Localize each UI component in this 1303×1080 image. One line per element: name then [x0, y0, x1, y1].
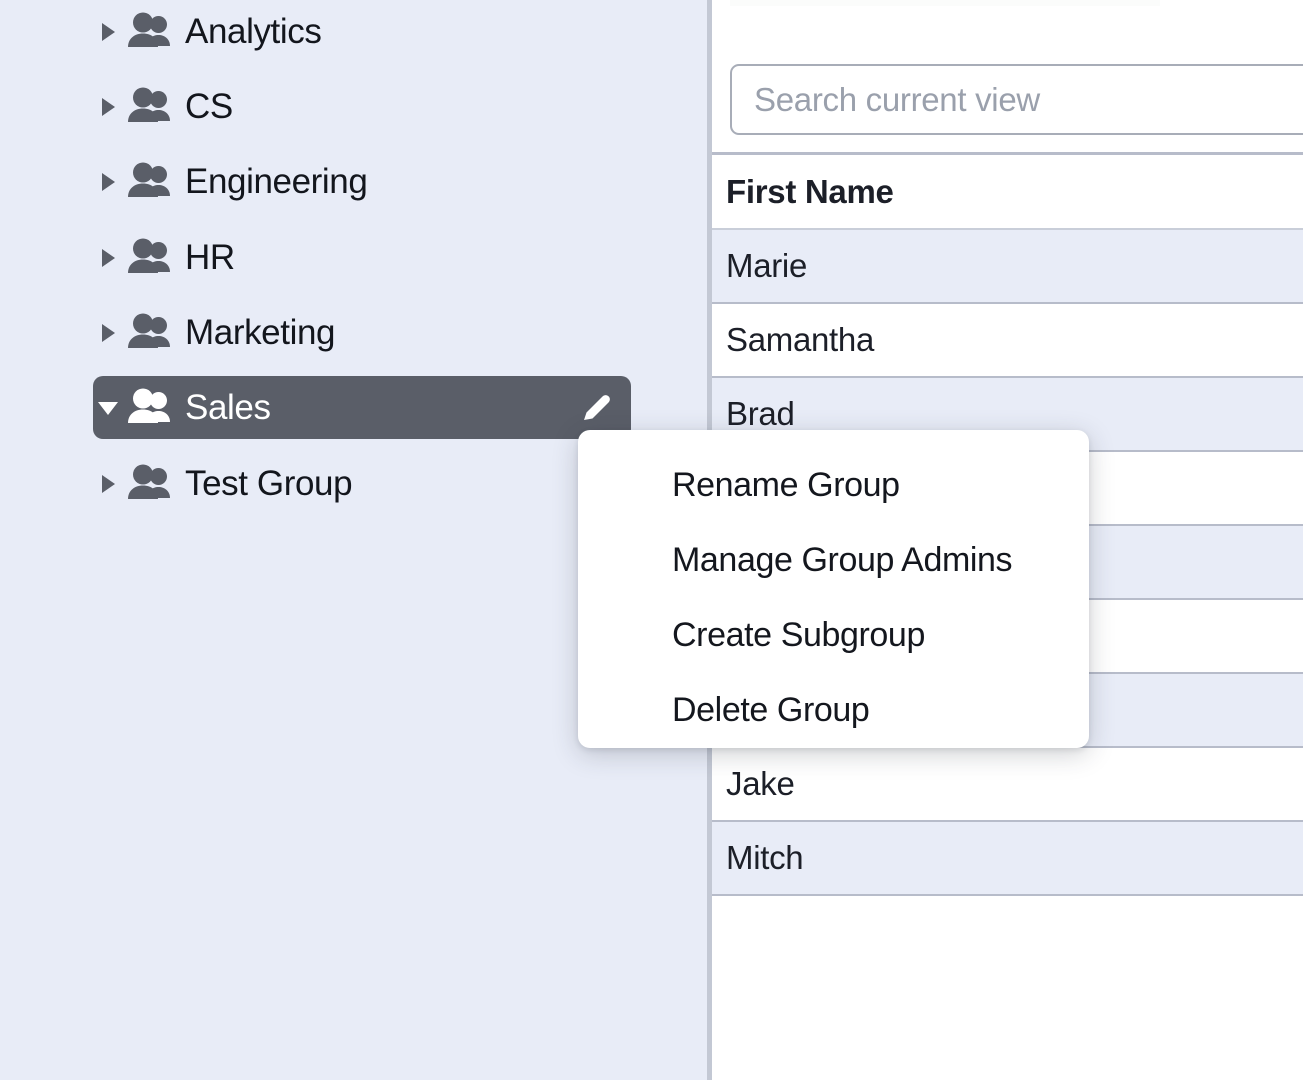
people-icon: [125, 87, 179, 127]
search-input[interactable]: [732, 66, 1242, 133]
sidebar-item-label: Analytics: [185, 12, 321, 52]
chevron-right-icon[interactable]: [93, 322, 123, 344]
sidebar-item-analytics[interactable]: Analytics: [93, 0, 631, 63]
people-icon: [125, 313, 179, 353]
search-bar[interactable]: [730, 64, 1303, 135]
menu-item-manage-group-admins[interactable]: Manage Group Admins: [578, 523, 1089, 598]
edit-pencil-icon[interactable]: [577, 389, 615, 427]
people-icon: [125, 388, 179, 428]
table-row[interactable]: Jake: [712, 748, 1303, 822]
chevron-right-icon[interactable]: [93, 473, 123, 495]
cell-first-name: Brad: [726, 395, 795, 433]
people-icon: [125, 464, 179, 504]
group-context-menu: Rename GroupManage Group AdminsCreate Su…: [578, 430, 1089, 748]
context-menu-list: Rename GroupManage Group AdminsCreate Su…: [578, 448, 1089, 748]
table-row[interactable]: Mitch: [712, 822, 1303, 896]
people-icon: [125, 12, 179, 52]
sidebar-item-marketing[interactable]: Marketing: [93, 301, 631, 364]
chevron-right-icon[interactable]: [93, 171, 123, 193]
sidebar-item-engineering[interactable]: Engineering: [93, 150, 631, 213]
sidebar-item-label: CS: [185, 87, 233, 127]
table-row[interactable]: Marie: [712, 230, 1303, 304]
cell-first-name: Samantha: [726, 321, 874, 359]
sidebar-item-cs[interactable]: CS: [93, 75, 631, 138]
sidebar-item-label: Sales: [185, 388, 271, 428]
table-header-row: First Name: [712, 152, 1303, 230]
sidebar-item-label: Test Group: [185, 464, 352, 504]
table-empty-area: [712, 896, 1303, 1076]
table-row[interactable]: Samantha: [712, 304, 1303, 378]
app-root: Analytics CS Engineering HR Marketing Sales Te…: [0, 0, 1303, 1080]
chevron-down-icon[interactable]: [93, 399, 123, 417]
cell-first-name: Mitch: [726, 839, 803, 877]
people-icon: [125, 238, 179, 278]
menu-item-create-subgroup[interactable]: Create Subgroup: [578, 598, 1089, 673]
sidebar-item-test-group[interactable]: Test Group: [93, 452, 631, 515]
cell-first-name: Marie: [726, 247, 807, 285]
cell-first-name: Jake: [726, 765, 795, 803]
sidebar-item-label: Marketing: [185, 313, 335, 353]
column-header-first-name[interactable]: First Name: [726, 173, 894, 211]
menu-item-rename-group[interactable]: Rename Group: [578, 448, 1089, 523]
sidebar-item-label: HR: [185, 238, 235, 278]
sidebar-item-sales[interactable]: Sales: [93, 376, 631, 439]
sidebar-item-label: Engineering: [185, 162, 367, 202]
chevron-right-icon[interactable]: [93, 96, 123, 118]
people-icon: [125, 162, 179, 202]
menu-item-delete-group[interactable]: Delete Group: [578, 673, 1089, 748]
chevron-right-icon[interactable]: [93, 247, 123, 269]
sidebar-item-hr[interactable]: HR: [93, 226, 631, 289]
clipped-toolbar-remnant: [730, 0, 1160, 6]
chevron-right-icon[interactable]: [93, 21, 123, 43]
